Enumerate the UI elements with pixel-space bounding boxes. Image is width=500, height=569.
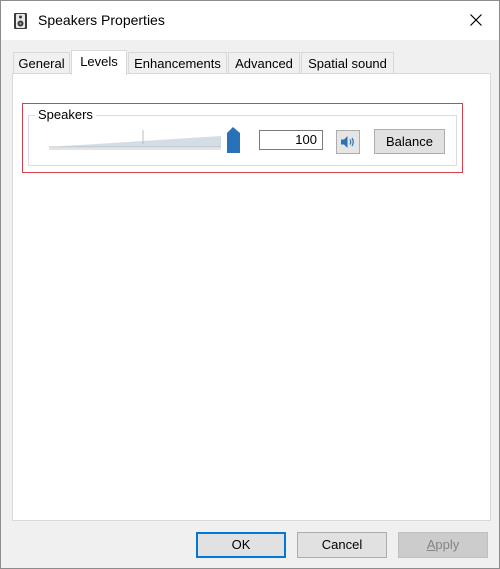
tab-levels[interactable]: Levels (71, 50, 127, 75)
volume-icon (341, 136, 354, 148)
tab-spatial-sound[interactable]: Spatial sound (301, 52, 394, 74)
balance-button[interactable]: Balance (374, 129, 445, 154)
title-bar: Speakers Properties (1, 1, 499, 40)
cancel-button[interactable]: Cancel (297, 532, 387, 558)
tab-general[interactable]: General (13, 52, 70, 74)
mute-button[interactable] (336, 130, 360, 154)
levels-panel: Speakers 100 Balance (12, 73, 491, 521)
volume-slider[interactable] (49, 127, 247, 153)
volume-value-input[interactable]: 100 (259, 130, 323, 150)
group-label: Speakers (35, 107, 96, 122)
close-icon (470, 14, 482, 26)
speakers-group: Speakers 100 Balance (28, 107, 457, 166)
speaker-icon (14, 13, 27, 29)
apply-button[interactable]: Apply (398, 532, 488, 558)
window-title: Speakers Properties (38, 12, 165, 28)
tab-strip: General Levels Enhancements Advanced Spa… (13, 50, 493, 75)
tab-advanced[interactable]: Advanced (228, 52, 300, 74)
ok-button[interactable]: OK (196, 532, 286, 558)
speakers-properties-dialog: Speakers Properties General Levels Enhan… (0, 0, 500, 569)
slider-thumb[interactable] (227, 127, 240, 153)
highlight-box: Speakers 100 Balance (22, 103, 463, 173)
close-button[interactable] (453, 1, 499, 39)
tab-enhancements[interactable]: Enhancements (128, 52, 227, 74)
apply-label-rest: pply (435, 537, 460, 552)
